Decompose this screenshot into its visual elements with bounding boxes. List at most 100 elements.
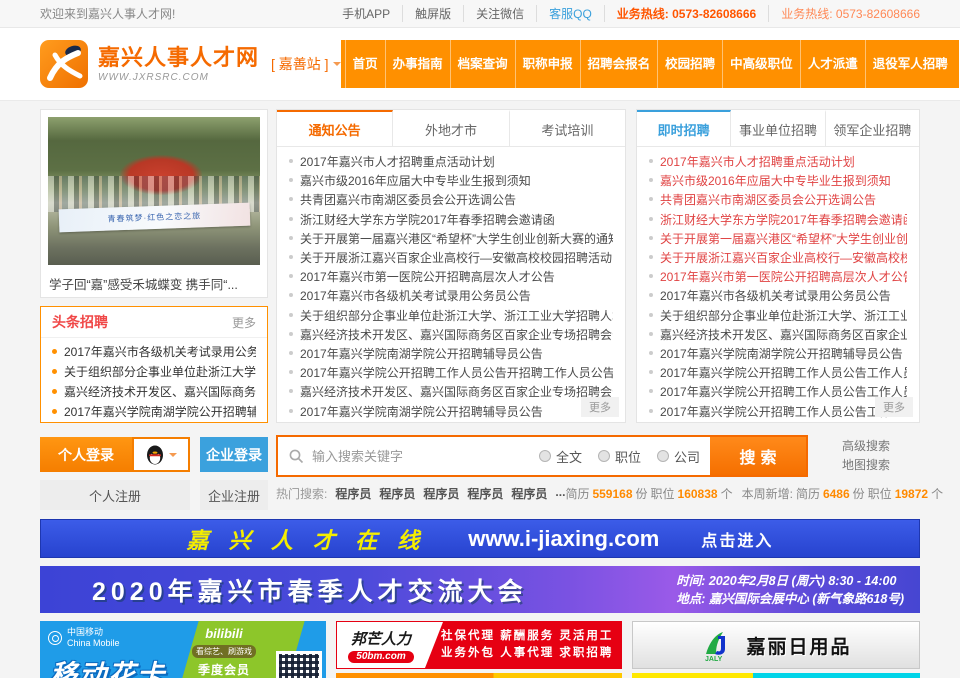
map-search-link[interactable]: 地图搜索: [842, 456, 890, 475]
job-item[interactable]: 嘉兴经济技术开发区、嘉兴国际商务区百家企业专...: [649, 326, 907, 345]
topbar-link[interactable]: 关注微信: [464, 5, 537, 22]
talent-online-banner[interactable]: 嘉 兴 人 才 在 线 www.i-jiaxing.com 点击进入: [40, 519, 920, 558]
job-item[interactable]: 浙江财经大学东方学院2017年春季招聘会邀请函: [649, 211, 907, 230]
notice-item[interactable]: 共青团嘉兴市南湖区委员会公开选调公告: [289, 191, 613, 210]
job-item[interactable]: 嘉兴市级2016年应届大中专毕业生报到须知: [649, 172, 907, 191]
company-login-button[interactable]: 企业登录: [200, 437, 268, 472]
hot-term-link[interactable]: 程序员: [423, 485, 459, 502]
job-item[interactable]: 2017年嘉兴学院南湖学院公开招聘辅导员公告: [649, 345, 907, 364]
notice-tab[interactable]: 考试培训: [510, 110, 625, 146]
headline-item[interactable]: 2017年嘉兴市各级机关考试录用公务...: [52, 342, 256, 362]
search-button[interactable]: 搜索: [710, 437, 806, 475]
job-item[interactable]: 2017年嘉兴学院公开招聘工作人员公告工作...: [649, 403, 907, 422]
notice-tab[interactable]: 外地才市: [393, 110, 509, 146]
search-input[interactable]: [312, 437, 539, 475]
jobs-tab[interactable]: 事业单位招聘: [731, 110, 825, 146]
qq-login-dropdown[interactable]: [132, 437, 190, 472]
photo-banner-text: 青春筑梦·红色之恋之旅: [107, 210, 201, 224]
job-item[interactable]: 2017年嘉兴市人才招聘重点活动计划: [649, 153, 907, 172]
notice-item[interactable]: 浙江财经大学东方学院2017年春季招聘会邀请函: [289, 211, 613, 230]
scope-option[interactable]: 全文: [539, 447, 582, 466]
radio-icon[interactable]: [657, 450, 669, 462]
headline-item[interactable]: 2017年嘉兴学院南湖学院公开招聘辅...: [52, 402, 256, 422]
notice-tab[interactable]: 通知公告: [277, 110, 393, 146]
ad-jiali[interactable]: JALY 嘉丽日用品: [632, 621, 920, 669]
ad-mobile-title: 移动花卡: [50, 653, 166, 678]
notice-item[interactable]: 嘉兴市级2016年应届大中专毕业生报到须知: [289, 172, 613, 191]
ad-china-mobile[interactable]: 中国移动China Mobile 移动花卡 bilibili 看综艺、刷游戏 季…: [40, 621, 326, 678]
nav-item[interactable]: 档案查询: [450, 40, 515, 88]
site-header: 嘉兴人事人才网 WWW.JXRSRC.COM [ 嘉善站 ] 首页办事指南档案查…: [0, 28, 960, 100]
nav-item[interactable]: 办事指南: [385, 40, 450, 88]
notice-item[interactable]: 2017年嘉兴市人才招聘重点活动计划: [289, 153, 613, 172]
chevron-down-icon: [333, 62, 341, 70]
nav-item[interactable]: 校园招聘: [657, 40, 722, 88]
job-item[interactable]: 2017年嘉兴学院公开招聘工作人员公告工作人员...: [649, 383, 907, 402]
scope-option[interactable]: 公司: [657, 447, 700, 466]
job-item[interactable]: 关于开展浙江嘉兴百家企业高校行—安徽高校校园...: [649, 249, 907, 268]
notice-more-link[interactable]: 更多: [581, 397, 619, 417]
jobs-more-link[interactable]: 更多: [875, 397, 913, 417]
site-logo-icon[interactable]: [40, 40, 88, 88]
banner-cta: 点击进入: [701, 527, 773, 551]
news-photo[interactable]: 青春筑梦·红色之恋之旅: [48, 117, 260, 265]
photo-caption[interactable]: 学子回“嘉”感受禾城蝶变 携手同“...: [48, 265, 260, 293]
radio-icon[interactable]: [539, 450, 551, 462]
ad-bangmang-hr[interactable]: 邦芒人力 50bm.com 社保代理 薪酬服务 灵活用工 业务外包 人事代理 求…: [336, 621, 622, 669]
headline-item[interactable]: 关于组织部分企事业单位赴浙江大学...: [52, 362, 256, 382]
scope-option[interactable]: 职位: [598, 447, 641, 466]
notice-item[interactable]: 2017年嘉兴学院南湖学院公开招聘辅导员公告: [289, 345, 613, 364]
fair-info: 时间: 2020年2月8日 (周六) 8:30 - 14:00 地点: 嘉兴国际…: [676, 572, 904, 608]
headline-item[interactable]: 嘉兴经济技术开发区、嘉兴国际商务...: [52, 382, 256, 402]
job-item[interactable]: 2017年嘉兴市各级机关考试录用公务员公告: [649, 287, 907, 306]
hot-term-link[interactable]: 程序员: [511, 485, 547, 502]
notice-item[interactable]: 2017年嘉兴市第一医院公开招聘高层次人才公告: [289, 268, 613, 287]
notice-item[interactable]: 2017年嘉兴学院公开招聘工作人员公告开招聘工作人员公告开...: [289, 364, 613, 383]
hot-term-link[interactable]: 程序员: [379, 485, 415, 502]
bilibili-logo: bilibili: [174, 626, 274, 641]
nav-item[interactable]: 首页: [345, 40, 385, 88]
topbar-link[interactable]: 客服QQ: [537, 5, 605, 22]
notice-item[interactable]: 关于组织部分企事业单位赴浙江大学、浙江工业大学招聘人才的...: [289, 307, 613, 326]
personal-register-button[interactable]: 个人注册: [40, 480, 190, 510]
job-fair-banner[interactable]: 2020年嘉兴市春季人才交流大会 时间: 2020年2月8日 (周六) 8:30…: [40, 566, 920, 613]
job-item[interactable]: 关于组织部分企事业单位赴浙江大学、浙江工业大...: [649, 307, 907, 326]
nav-item[interactable]: 职称申报: [515, 40, 580, 88]
week-resume-count: 6486: [823, 487, 850, 501]
qq-penguin-icon: [145, 444, 165, 466]
main-nav: 首页办事指南档案查询职称申报招聘会报名校园招聘中高级职位人才派遣退役军人招聘: [341, 40, 959, 88]
job-item[interactable]: 关于开展第一届嘉兴港区“希望杯”大学生创业创...: [649, 230, 907, 249]
jobs-tab[interactable]: 即时招聘: [637, 110, 731, 146]
job-item[interactable]: 2017年嘉兴学院公开招聘工作人员公告工作人员...: [649, 364, 907, 383]
hot-search-label: 热门搜索:: [276, 485, 327, 502]
hot-term-link[interactable]: 程序员: [335, 485, 371, 502]
jobs-tab[interactable]: 领军企业招聘: [826, 110, 919, 146]
notice-item[interactable]: 关于开展浙江嘉兴百家企业高校行—安徽高校校园招聘活动的通...: [289, 249, 613, 268]
station-selector[interactable]: [ 嘉善站 ]: [271, 54, 341, 74]
topbar-link[interactable]: 手机APP: [330, 5, 403, 22]
job-item[interactable]: 2017年嘉兴市第一医院公开招聘高层次人才公告: [649, 268, 907, 287]
personal-login-button[interactable]: 个人登录: [40, 437, 132, 472]
nav-item[interactable]: 招聘会报名: [580, 40, 658, 88]
jaly-logo-icon: JALY: [700, 628, 736, 662]
job-item[interactable]: 共青团嘉兴市南湖区委员会公开选调公告: [649, 191, 907, 210]
nav-item[interactable]: 中高级职位: [722, 40, 800, 88]
site-logo-text[interactable]: 嘉兴人事人才网 WWW.JXRSRC.COM: [98, 45, 259, 83]
radio-icon[interactable]: [598, 450, 610, 462]
hot-term-link[interactable]: ...: [555, 485, 565, 502]
nav-item[interactable]: 人才派遣: [800, 40, 865, 88]
notice-item[interactable]: 关于开展第一届嘉兴港区“希望杯”大学生创业创新大赛的通知: [289, 230, 613, 249]
nav-item[interactable]: 退役军人招聘: [865, 40, 955, 88]
hot-term-link[interactable]: 程序员: [467, 485, 503, 502]
headline-title: 头条招聘: [52, 312, 108, 332]
headline-more-link[interactable]: 更多: [232, 314, 256, 331]
notice-item[interactable]: 2017年嘉兴市各级机关考试录用公务员公告: [289, 287, 613, 306]
notice-item[interactable]: 2017年嘉兴学院南湖学院公开招聘辅导员公告: [289, 403, 613, 422]
hot-search-row: 热门搜索: 程序员程序员程序员程序员程序员... 简历 559168 份 职位 …: [276, 485, 920, 502]
topbar-link[interactable]: 触屏版: [403, 5, 464, 22]
notice-item[interactable]: 嘉兴经济技术开发区、嘉兴国际商务区百家企业专场招聘会公告: [289, 383, 613, 402]
advanced-search-link[interactable]: 高级搜索: [842, 437, 890, 456]
notice-item[interactable]: 嘉兴经济技术开发区、嘉兴国际商务区百家企业专场招聘会公告: [289, 326, 613, 345]
company-register-button[interactable]: 企业注册: [200, 480, 268, 510]
ad-band-content: bilibili 看综艺、刷游戏 季度会员: [174, 626, 274, 678]
